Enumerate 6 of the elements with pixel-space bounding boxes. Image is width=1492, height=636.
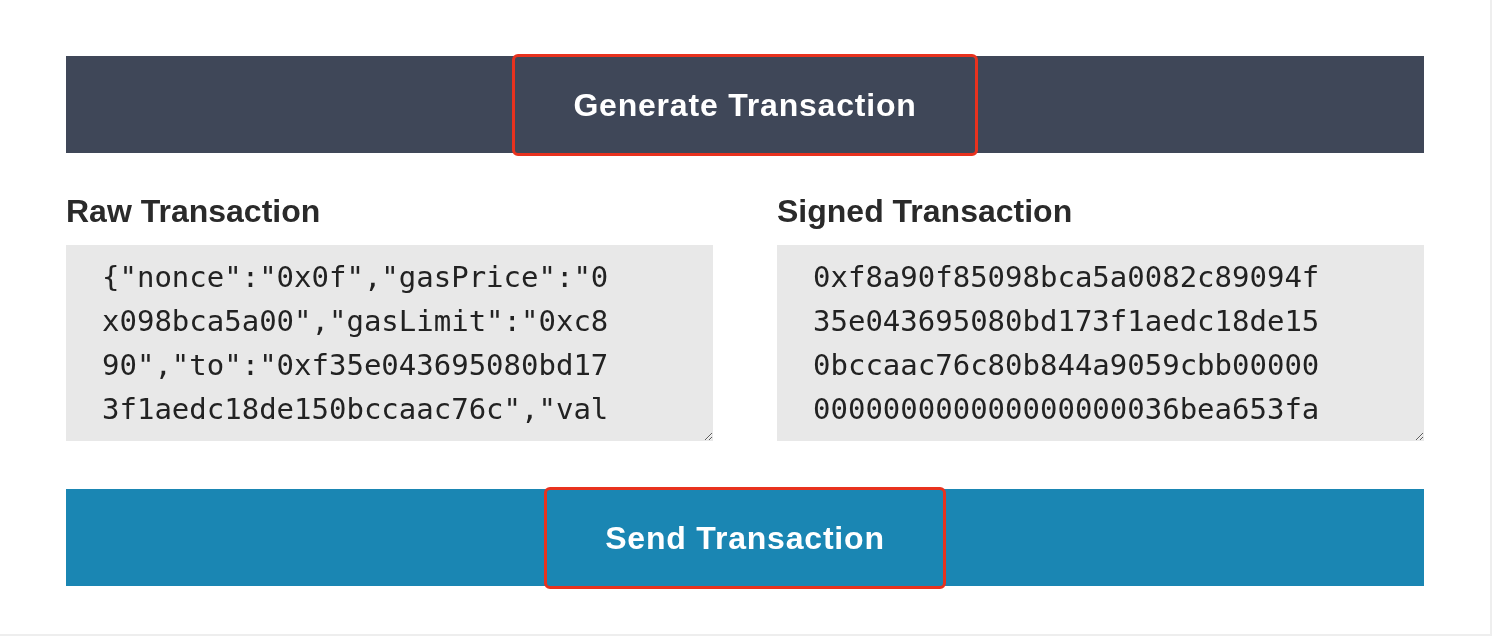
panel-heading: Signed Transaction: [777, 192, 1073, 231]
transaction-textarea[interactable]: 0xf8a90f85098bca5a0082c89094f 35e043695080bd173f1aedc18de15 0bccaac76c80b844a9059cbb00000 000000000000000000036bea653fa: [777, 245, 1424, 441]
transaction-textarea[interactable]: {"nonce":"0x0f","gasPrice":"0 x098bca5a00","gasLimit":"0xc8 90","to":"0xf35e043695080bd17 3f1aedc18de150bccaac76c","val: [66, 245, 713, 441]
panel-heading: Raw Transaction: [66, 192, 321, 231]
action-button[interactable]: Generate Transaction: [512, 53, 978, 156]
action-button[interactable]: Send Transaction: [544, 486, 946, 589]
